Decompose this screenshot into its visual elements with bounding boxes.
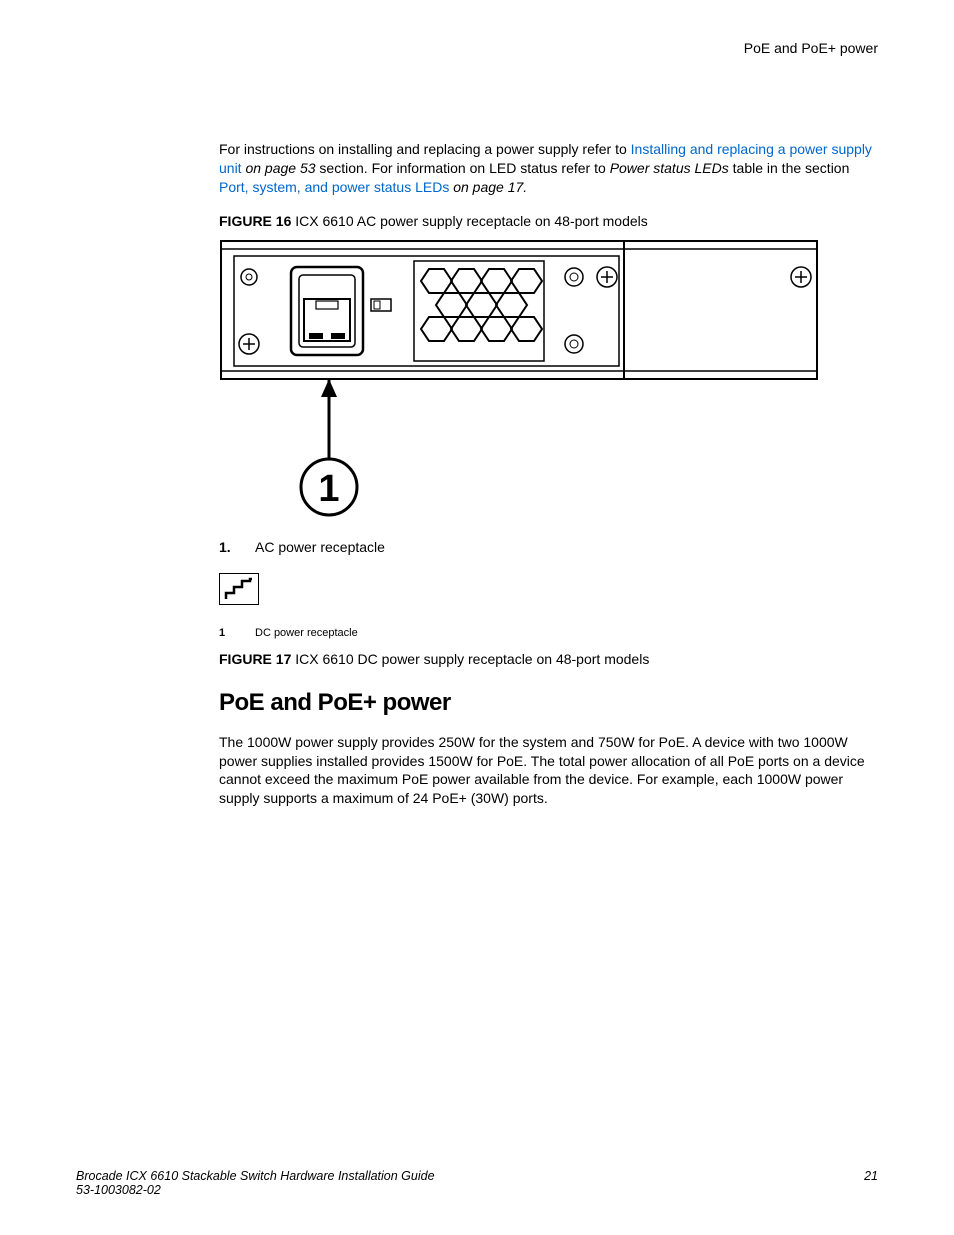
footer-left: Brocade ICX 6610 Stackable Switch Hardwa… [76, 1169, 435, 1197]
figure-16-caption: FIGURE 16 ICX 6610 AC power supply recep… [219, 213, 879, 229]
figure-17-label: FIGURE 17 [219, 651, 295, 667]
page-header-title: PoE and PoE+ power [744, 40, 878, 56]
legend-text: DC power receptacle [255, 627, 358, 639]
callout-marker-1: 1 [318, 468, 339, 510]
section-body-poe: The 1000W power supply provides 250W for… [219, 733, 879, 809]
footer-doc-number: 53-1003082-02 [76, 1183, 435, 1197]
figure-16-callout-list: 1. AC power receptacle [219, 539, 879, 555]
intro-text-3: table in the section [729, 160, 850, 176]
figure-17-caption-text: ICX 6610 DC power supply receptacle on 4… [295, 651, 649, 667]
figure-16-label: FIGURE 16 [219, 213, 295, 229]
intro-ref-power-status: Power status LEDs [610, 160, 729, 176]
callout-number: 1. [219, 539, 235, 555]
legend-number: 1 [219, 627, 235, 639]
stair-icon [219, 573, 259, 605]
footer-doc-title: Brocade ICX 6610 Stackable Switch Hardwa… [76, 1169, 435, 1183]
figure-17-caption: FIGURE 17 ICX 6610 DC power supply recep… [219, 651, 879, 667]
psu-receptacle-diagram: 1 [219, 239, 819, 519]
callout-item: 1. AC power receptacle [219, 539, 879, 555]
intro-paragraph: For instructions on installing and repla… [219, 140, 879, 197]
link-port-system-leds[interactable]: Port, system, and power status LEDs [219, 179, 449, 195]
intro-text-1: For instructions on installing and repla… [219, 141, 631, 157]
intro-pageref-1: on page 53 [242, 160, 316, 176]
intro-pageref-2: on page 17. [449, 179, 527, 195]
footer-page-number: 21 [864, 1169, 878, 1197]
callout-text: AC power receptacle [255, 539, 385, 555]
figure-16-diagram: 1 [219, 239, 879, 519]
main-content: For instructions on installing and repla… [219, 140, 879, 824]
intro-text-2: section. For information on LED status r… [316, 160, 610, 176]
figure-17-legend: 1 DC power receptacle [219, 627, 879, 639]
page-footer: Brocade ICX 6610 Stackable Switch Hardwa… [76, 1169, 878, 1197]
figure-16-caption-text: ICX 6610 AC power supply receptacle on 4… [295, 213, 648, 229]
section-heading-poe: PoE and PoE+ power [219, 689, 879, 717]
